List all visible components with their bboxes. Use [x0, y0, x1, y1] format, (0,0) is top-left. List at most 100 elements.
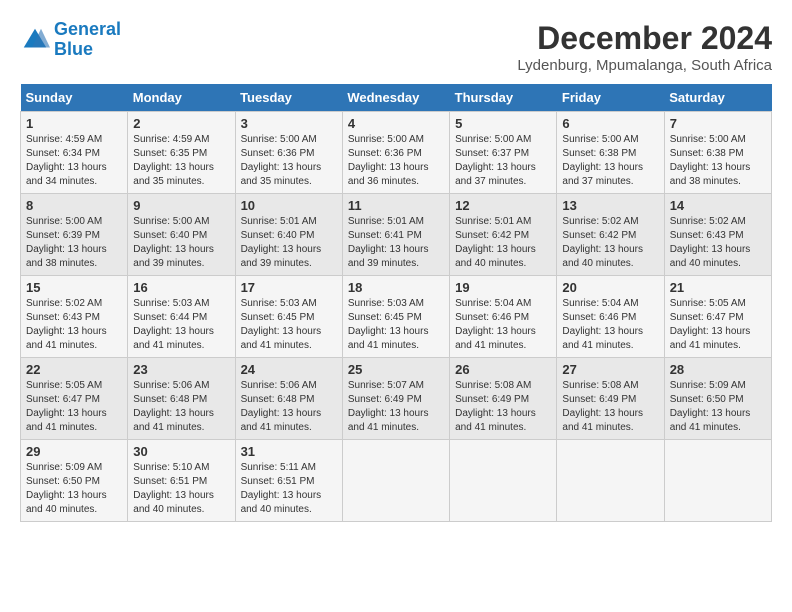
day-info: Sunrise: 5:08 AM Sunset: 6:49 PM Dayligh…	[562, 379, 658, 435]
day-info: Sunrise: 5:11 AM Sunset: 6:51 PM Dayligh…	[241, 461, 337, 517]
day-number: 26	[455, 362, 551, 377]
day-number: 6	[562, 116, 658, 131]
day-info: Sunrise: 5:00 AM Sunset: 6:38 PM Dayligh…	[670, 133, 766, 189]
calendar-table: Sunday Monday Tuesday Wednesday Thursday…	[20, 84, 772, 522]
day-info: Sunrise: 5:09 AM Sunset: 6:50 PM Dayligh…	[26, 461, 122, 517]
table-row: 30 Sunrise: 5:10 AM Sunset: 6:51 PM Dayl…	[128, 440, 235, 522]
day-info: Sunrise: 5:03 AM Sunset: 6:45 PM Dayligh…	[348, 297, 444, 353]
day-number: 13	[562, 198, 658, 213]
table-row: 7 Sunrise: 5:00 AM Sunset: 6:38 PM Dayli…	[664, 112, 771, 194]
day-info: Sunrise: 5:03 AM Sunset: 6:45 PM Dayligh…	[241, 297, 337, 353]
day-info: Sunrise: 5:01 AM Sunset: 6:41 PM Dayligh…	[348, 215, 444, 271]
day-number: 12	[455, 198, 551, 213]
table-row: 18 Sunrise: 5:03 AM Sunset: 6:45 PM Dayl…	[342, 276, 449, 358]
day-info: Sunrise: 5:02 AM Sunset: 6:43 PM Dayligh…	[670, 215, 766, 271]
table-row: 17 Sunrise: 5:03 AM Sunset: 6:45 PM Dayl…	[235, 276, 342, 358]
day-info: Sunrise: 5:00 AM Sunset: 6:36 PM Dayligh…	[241, 133, 337, 189]
day-number: 1	[26, 116, 122, 131]
day-info: Sunrise: 5:09 AM Sunset: 6:50 PM Dayligh…	[670, 379, 766, 435]
day-number: 20	[562, 280, 658, 295]
day-info: Sunrise: 5:04 AM Sunset: 6:46 PM Dayligh…	[455, 297, 551, 353]
day-number: 7	[670, 116, 766, 131]
logo-icon	[20, 25, 50, 55]
table-row	[557, 440, 664, 522]
day-number: 10	[241, 198, 337, 213]
title-block: December 2024 Lydenburg, Mpumalanga, Sou…	[517, 20, 772, 74]
day-number: 22	[26, 362, 122, 377]
logo-text: General Blue	[54, 20, 121, 60]
day-number: 2	[133, 116, 229, 131]
table-row: 27 Sunrise: 5:08 AM Sunset: 6:49 PM Dayl…	[557, 358, 664, 440]
table-row: 29 Sunrise: 5:09 AM Sunset: 6:50 PM Dayl…	[21, 440, 128, 522]
table-row: 31 Sunrise: 5:11 AM Sunset: 6:51 PM Dayl…	[235, 440, 342, 522]
table-row	[664, 440, 771, 522]
logo: General Blue	[20, 20, 121, 60]
day-number: 23	[133, 362, 229, 377]
table-row: 24 Sunrise: 5:06 AM Sunset: 6:48 PM Dayl…	[235, 358, 342, 440]
day-number: 14	[670, 198, 766, 213]
day-info: Sunrise: 5:07 AM Sunset: 6:49 PM Dayligh…	[348, 379, 444, 435]
table-row: 5 Sunrise: 5:00 AM Sunset: 6:37 PM Dayli…	[450, 112, 557, 194]
table-row: 25 Sunrise: 5:07 AM Sunset: 6:49 PM Dayl…	[342, 358, 449, 440]
day-info: Sunrise: 4:59 AM Sunset: 6:34 PM Dayligh…	[26, 133, 122, 189]
table-row	[342, 440, 449, 522]
day-number: 15	[26, 280, 122, 295]
table-row: 11 Sunrise: 5:01 AM Sunset: 6:41 PM Dayl…	[342, 194, 449, 276]
calendar-week-row: 29 Sunrise: 5:09 AM Sunset: 6:50 PM Dayl…	[21, 440, 772, 522]
calendar-week-row: 15 Sunrise: 5:02 AM Sunset: 6:43 PM Dayl…	[21, 276, 772, 358]
table-row: 23 Sunrise: 5:06 AM Sunset: 6:48 PM Dayl…	[128, 358, 235, 440]
day-number: 5	[455, 116, 551, 131]
day-info: Sunrise: 5:01 AM Sunset: 6:42 PM Dayligh…	[455, 215, 551, 271]
day-number: 30	[133, 444, 229, 459]
col-sunday: Sunday	[21, 84, 128, 112]
day-number: 27	[562, 362, 658, 377]
day-number: 8	[26, 198, 122, 213]
day-number: 3	[241, 116, 337, 131]
table-row: 22 Sunrise: 5:05 AM Sunset: 6:47 PM Dayl…	[21, 358, 128, 440]
table-row: 19 Sunrise: 5:04 AM Sunset: 6:46 PM Dayl…	[450, 276, 557, 358]
calendar-week-row: 8 Sunrise: 5:00 AM Sunset: 6:39 PM Dayli…	[21, 194, 772, 276]
col-friday: Friday	[557, 84, 664, 112]
day-info: Sunrise: 5:06 AM Sunset: 6:48 PM Dayligh…	[241, 379, 337, 435]
logo-blue: Blue	[54, 40, 121, 60]
day-info: Sunrise: 5:02 AM Sunset: 6:42 PM Dayligh…	[562, 215, 658, 271]
day-info: Sunrise: 5:02 AM Sunset: 6:43 PM Dayligh…	[26, 297, 122, 353]
day-info: Sunrise: 5:06 AM Sunset: 6:48 PM Dayligh…	[133, 379, 229, 435]
day-number: 29	[26, 444, 122, 459]
table-row: 10 Sunrise: 5:01 AM Sunset: 6:40 PM Dayl…	[235, 194, 342, 276]
calendar-week-row: 22 Sunrise: 5:05 AM Sunset: 6:47 PM Dayl…	[21, 358, 772, 440]
day-number: 21	[670, 280, 766, 295]
day-info: Sunrise: 5:05 AM Sunset: 6:47 PM Dayligh…	[26, 379, 122, 435]
table-row	[450, 440, 557, 522]
day-number: 28	[670, 362, 766, 377]
table-row: 1 Sunrise: 4:59 AM Sunset: 6:34 PM Dayli…	[21, 112, 128, 194]
table-row: 12 Sunrise: 5:01 AM Sunset: 6:42 PM Dayl…	[450, 194, 557, 276]
page-header: General Blue December 2024 Lydenburg, Mp…	[20, 20, 772, 74]
table-row: 4 Sunrise: 5:00 AM Sunset: 6:36 PM Dayli…	[342, 112, 449, 194]
day-info: Sunrise: 5:00 AM Sunset: 6:37 PM Dayligh…	[455, 133, 551, 189]
location: Lydenburg, Mpumalanga, South Africa	[517, 57, 772, 74]
month-title: December 2024	[517, 20, 772, 57]
logo-general: General	[54, 19, 121, 39]
table-row: 20 Sunrise: 5:04 AM Sunset: 6:46 PM Dayl…	[557, 276, 664, 358]
day-info: Sunrise: 5:00 AM Sunset: 6:40 PM Dayligh…	[133, 215, 229, 271]
table-row: 21 Sunrise: 5:05 AM Sunset: 6:47 PM Dayl…	[664, 276, 771, 358]
col-monday: Monday	[128, 84, 235, 112]
day-number: 24	[241, 362, 337, 377]
day-number: 31	[241, 444, 337, 459]
table-row: 3 Sunrise: 5:00 AM Sunset: 6:36 PM Dayli…	[235, 112, 342, 194]
table-row: 28 Sunrise: 5:09 AM Sunset: 6:50 PM Dayl…	[664, 358, 771, 440]
day-info: Sunrise: 5:08 AM Sunset: 6:49 PM Dayligh…	[455, 379, 551, 435]
day-number: 18	[348, 280, 444, 295]
table-row: 13 Sunrise: 5:02 AM Sunset: 6:42 PM Dayl…	[557, 194, 664, 276]
table-row: 26 Sunrise: 5:08 AM Sunset: 6:49 PM Dayl…	[450, 358, 557, 440]
day-info: Sunrise: 5:00 AM Sunset: 6:39 PM Dayligh…	[26, 215, 122, 271]
day-number: 19	[455, 280, 551, 295]
day-number: 25	[348, 362, 444, 377]
header-row: Sunday Monday Tuesday Wednesday Thursday…	[21, 84, 772, 112]
day-info: Sunrise: 5:00 AM Sunset: 6:38 PM Dayligh…	[562, 133, 658, 189]
table-row: 6 Sunrise: 5:00 AM Sunset: 6:38 PM Dayli…	[557, 112, 664, 194]
day-number: 11	[348, 198, 444, 213]
day-info: Sunrise: 5:01 AM Sunset: 6:40 PM Dayligh…	[241, 215, 337, 271]
table-row: 14 Sunrise: 5:02 AM Sunset: 6:43 PM Dayl…	[664, 194, 771, 276]
